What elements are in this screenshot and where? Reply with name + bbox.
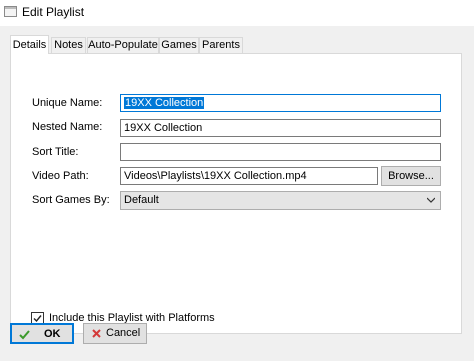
sort-title-label: Sort Title: (32, 146, 79, 158)
tab-parents[interactable]: Parents (199, 37, 243, 53)
unique-name-value: 19XX Collection (124, 97, 205, 109)
tab-details[interactable]: Details (10, 35, 49, 54)
cancel-label: Cancel (106, 327, 141, 339)
unique-name-input[interactable]: 19XX Collection (120, 94, 441, 112)
dialog-body: Details Notes Auto-Populate Games Parent… (0, 26, 474, 361)
tab-notes[interactable]: Notes (51, 37, 86, 53)
unique-name-label: Unique Name: (32, 97, 103, 109)
browse-button[interactable]: Browse... (381, 166, 441, 186)
sort-title-input[interactable] (120, 143, 441, 161)
cancel-button[interactable]: Cancel (83, 323, 147, 344)
tab-auto-populate[interactable]: Auto-Populate (87, 37, 159, 53)
chevron-down-icon (427, 197, 435, 203)
nested-name-label: Nested Name: (32, 121, 103, 133)
sort-games-by-value: Default (124, 194, 159, 206)
close-icon (92, 329, 101, 338)
window-title: Edit Playlist (22, 5, 85, 19)
sort-games-by-label: Sort Games By: (32, 194, 110, 206)
tab-games[interactable]: Games (159, 37, 199, 53)
video-path-label: Video Path: (32, 170, 89, 182)
video-path-input[interactable]: Videos\Playlists\19XX Collection.mp4 (120, 167, 378, 185)
ok-button[interactable]: OK (10, 323, 74, 344)
title-bar: Edit Playlist (0, 0, 474, 26)
sort-games-by-select[interactable]: Default (120, 191, 441, 210)
window-icon (4, 6, 17, 17)
details-panel: Unique Name: 19XX Collection Nested Name… (10, 53, 462, 334)
ok-label: OK (44, 328, 61, 340)
checkmark-icon (19, 330, 30, 340)
nested-name-input[interactable]: 19XX Collection (120, 119, 441, 137)
